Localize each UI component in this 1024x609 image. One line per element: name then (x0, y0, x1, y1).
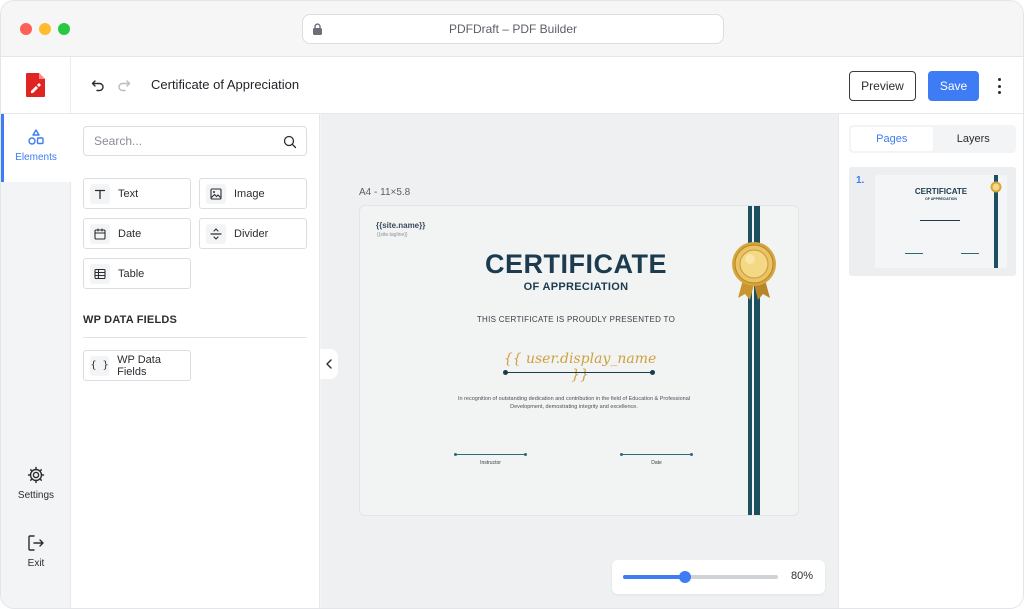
tool-label: WP Data Fields (117, 353, 161, 378)
presented-to-text[interactable]: THIS CERTIFICATE IS PROUDLY PRESENTED TO (360, 315, 796, 324)
thumbnail-date-line (961, 253, 979, 254)
site-name-field[interactable]: {{site.name}} (376, 221, 425, 230)
recipient-underline (503, 370, 655, 375)
tool-label: Table (118, 267, 145, 280)
chevron-left-icon (326, 359, 332, 369)
certificate-page[interactable]: {{site.name}} {{site.tagline}} CERTIFICA… (359, 205, 799, 516)
tool-label: Text (118, 187, 139, 200)
date-signature-line (620, 453, 693, 456)
section-divider (83, 337, 307, 338)
address-bar[interactable]: PDFDraft – PDF Builder (302, 14, 724, 44)
zoom-percentage: 80% (790, 570, 813, 582)
thumbnail-subtitle: OF APPRECIATION (925, 197, 957, 201)
pages-panel: Pages Layers 1. CERTIFICATE OF APPRECIAT… (838, 114, 1023, 608)
search-box (83, 126, 307, 156)
save-button[interactable]: Save (928, 71, 979, 101)
gold-seal-icon (732, 242, 776, 300)
rail-label: Elements (15, 152, 57, 163)
instructor-signature-line (454, 453, 527, 456)
tool-image[interactable]: Image (199, 178, 307, 209)
search-icon[interactable] (283, 135, 297, 149)
tool-label: Date (118, 227, 142, 240)
tab-layers[interactable]: Layers (933, 127, 1015, 151)
gear-icon (27, 466, 45, 484)
undo-button[interactable] (89, 76, 107, 94)
page-thumbnail[interactable]: 1. CERTIFICATE OF APPRECIATION (849, 167, 1016, 276)
thumbnail-title: CERTIFICATE (914, 187, 968, 196)
zoom-slider-fill (623, 575, 685, 579)
tool-label: Divider (234, 227, 269, 240)
calendar-icon (90, 223, 110, 244)
pdf-logo-icon (25, 73, 45, 97)
redo-icon (118, 80, 131, 92)
thumbnail-signature-line (905, 253, 923, 254)
undo-icon (91, 80, 104, 92)
exit-icon (28, 535, 44, 551)
rail-item-elements[interactable]: Elements (1, 114, 71, 182)
zoom-slider-handle[interactable] (679, 571, 691, 583)
close-window-button[interactable] (20, 23, 32, 35)
search-input[interactable] (94, 134, 274, 148)
thumbnail-recipient-line (920, 220, 960, 221)
tool-text[interactable]: Text (83, 178, 191, 209)
page-number: 1. (856, 175, 865, 186)
rail-label: Settings (17, 490, 55, 501)
tool-divider[interactable]: Divider (199, 218, 307, 249)
browser-chrome: PDFDraft – PDF Builder (1, 1, 1023, 57)
thumbnail-seal-icon (990, 181, 1002, 193)
date-label[interactable]: Date (621, 460, 692, 466)
braces-icon: { } (90, 355, 110, 376)
more-options-button[interactable] (992, 76, 1006, 96)
page-title-text: PDFDraft – PDF Builder (448, 22, 578, 36)
app-window: PDFDraft – PDF Builder Certificate of Ap… (0, 0, 1024, 609)
tool-table[interactable]: Table (83, 258, 191, 289)
recipient-name-field[interactable]: {{ user.display_name }} (500, 351, 660, 383)
lock-icon (313, 23, 322, 35)
rail-item-settings[interactable]: Settings (1, 466, 71, 508)
app-header: Certificate of Appreciation Preview Save (1, 57, 1023, 114)
divider-icon (206, 223, 226, 244)
preview-button[interactable]: Preview (849, 71, 916, 101)
elements-panel: Text Image Date Divider Table WP D (71, 114, 320, 608)
kebab-dot (997, 78, 1001, 81)
page-size-label: A4 - 11×5.8 (359, 187, 411, 198)
maximize-window-button[interactable] (58, 23, 70, 35)
tab-pages[interactable]: Pages (851, 127, 933, 151)
instructor-label[interactable]: Instructor (455, 460, 526, 466)
table-icon (90, 263, 110, 284)
zoom-slider-track[interactable] (623, 575, 778, 579)
left-rail: Elements Settings Exit (1, 114, 71, 608)
tool-label: Image (234, 187, 265, 200)
certificate-body-text[interactable]: In recognition of outstanding dedication… (452, 395, 696, 411)
kebab-dot (997, 84, 1001, 88)
document-title[interactable]: Certificate of Appreciation (151, 77, 299, 92)
thumbnail-preview: CERTIFICATE OF APPRECIATION (875, 175, 1007, 268)
logo (1, 57, 71, 113)
minimize-window-button[interactable] (39, 23, 51, 35)
collapse-panel-button[interactable] (320, 349, 338, 379)
tool-date[interactable]: Date (83, 218, 191, 249)
rail-label: Exit (27, 558, 45, 569)
redo-button[interactable] (115, 76, 133, 94)
shapes-icon (28, 129, 44, 145)
site-tagline-field[interactable]: {{site.tagline}} (377, 232, 408, 238)
panel-tabs: Pages Layers (849, 125, 1016, 153)
image-icon (206, 183, 226, 204)
tool-wp-data-fields[interactable]: { } WP Data Fields (83, 350, 191, 381)
zoom-control: 80% (612, 560, 825, 594)
section-title: WP DATA FIELDS (83, 314, 178, 326)
rail-item-exit[interactable]: Exit (1, 534, 71, 576)
text-icon (90, 183, 110, 204)
kebab-dot (997, 91, 1001, 94)
